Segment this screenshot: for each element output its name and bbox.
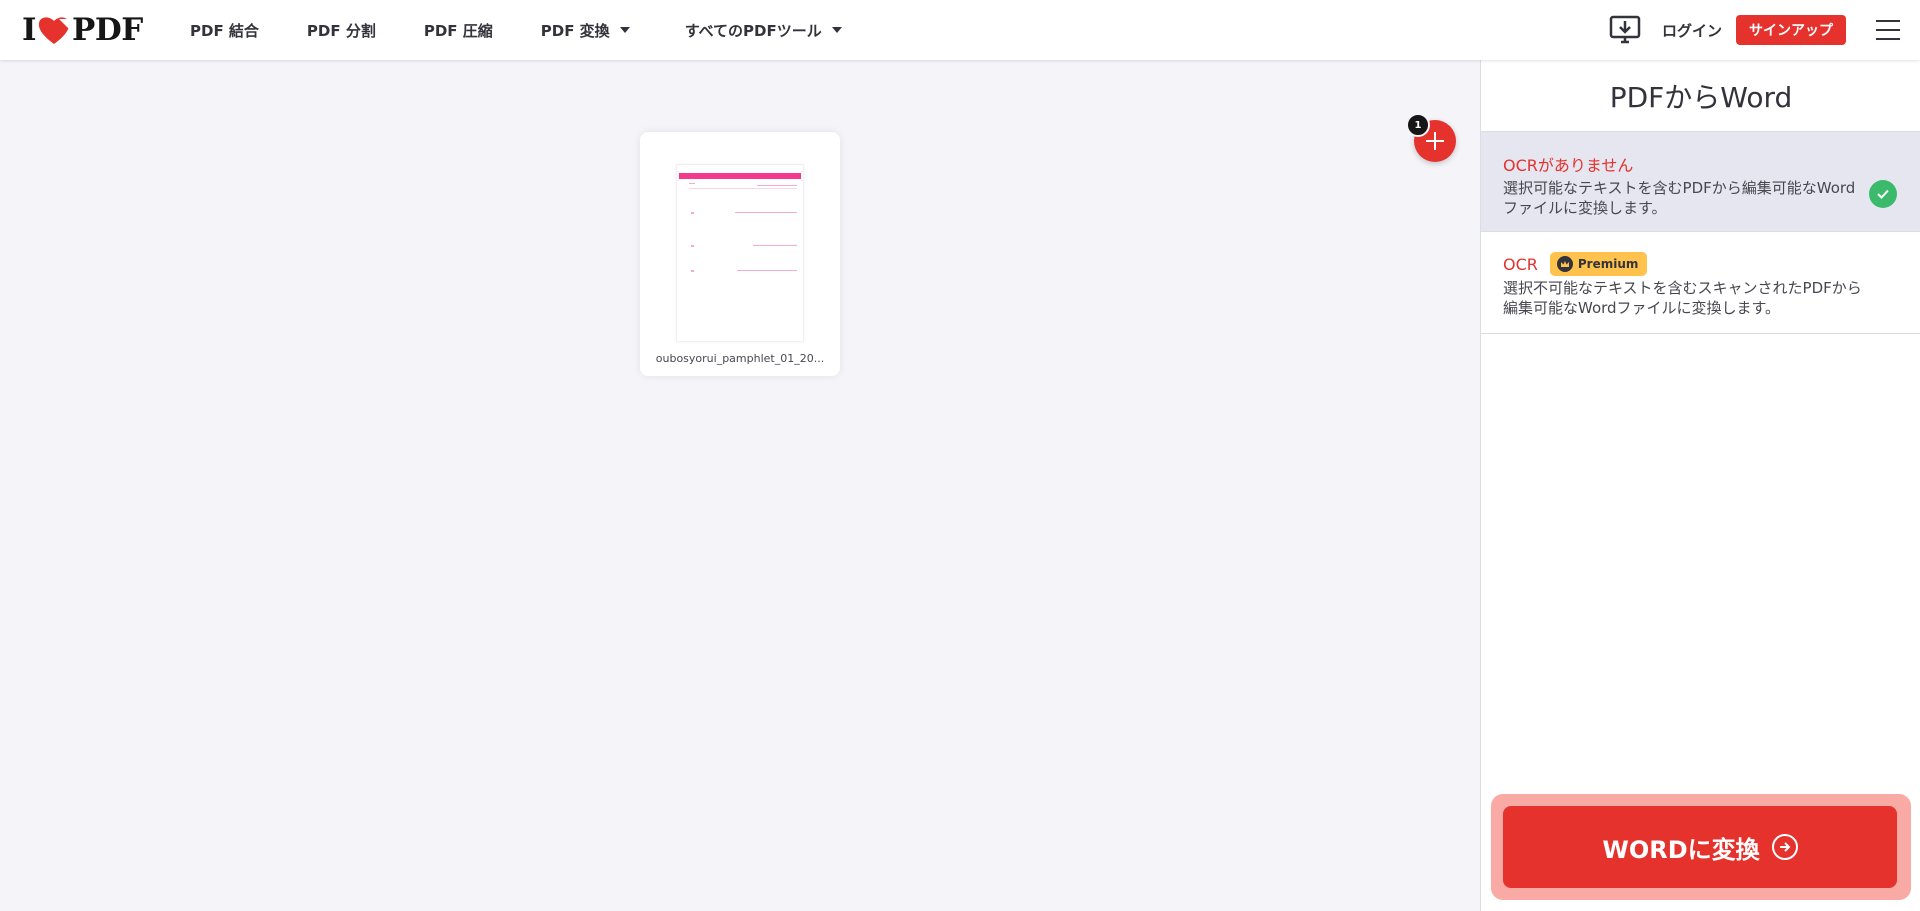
logo-letter: I <box>22 12 37 48</box>
caret-down-icon <box>619 27 630 33</box>
crown-icon <box>1556 256 1573 272</box>
options-sidebar: PDFからWord OCRがありません 選択可能なテキストを含むPDFから編集可… <box>1480 60 1920 911</box>
file-name: oubosyorui_pamphlet_01_20... <box>655 352 825 365</box>
arrow-right-circle-icon <box>1771 834 1798 860</box>
option-no-ocr[interactable]: OCRがありません 選択可能なテキストを含むPDFから編集可能なWordファイル… <box>1481 132 1920 232</box>
nav-label: PDF 変換 <box>540 21 610 40</box>
ilovepdf-logo[interactable]: I PDF <box>22 12 143 48</box>
nav-split-pdf[interactable]: PDF 分割 <box>307 20 376 41</box>
check-icon <box>1869 180 1897 208</box>
option-title-row: OCR Premium <box>1503 252 1899 276</box>
option-title: OCR <box>1503 254 1538 274</box>
nav-merge-pdf[interactable]: PDF 結合 <box>190 20 259 41</box>
convert-label: WORDに変換 <box>1602 835 1760 864</box>
hamburger-menu-icon[interactable] <box>1876 20 1900 40</box>
nav-label: PDF 結合 <box>190 21 259 40</box>
login-link[interactable]: ログイン <box>1662 20 1722 41</box>
file-card[interactable]: oubosyorui_pamphlet_01_20... <box>640 132 840 376</box>
convert-to-word-button[interactable]: WORDに変換 <box>1503 806 1897 888</box>
file-count-badge: 1 <box>1406 113 1430 137</box>
convert-button-focus-ring: WORDに変換 <box>1491 794 1911 900</box>
option-title: OCRがありません <box>1503 156 1634 175</box>
plus-icon-stroke <box>1434 132 1436 150</box>
sidebar-title: PDFからWord <box>1481 60 1920 132</box>
heart-icon <box>38 17 70 44</box>
nav-label: PDF 分割 <box>306 21 376 40</box>
nav-label: すべてのPDFツール <box>684 21 822 40</box>
option-description: 選択可能なテキストを含むPDFから編集可能なWordファイルに変換します。 <box>1503 179 1856 217</box>
pdf-thumbnail <box>676 164 804 342</box>
top-header: I PDF PDF 結合 PDF 分割 PDF 圧縮 PDF 変換 すべてのPD… <box>0 0 1920 60</box>
premium-badge: Premium <box>1549 252 1648 276</box>
nav-label: PDF 圧縮 <box>423 21 493 40</box>
option-ocr[interactable]: OCR Premium 選択不可能なテキストを含むスキャンされたPDFから編集可… <box>1481 232 1920 334</box>
premium-label: Premium <box>1577 257 1639 271</box>
nav-convert-pdf[interactable]: PDF 変換 <box>541 20 630 41</box>
option-description: 選択不可能なテキストを含むスキャンされたPDFから編集可能なWordファイルに変… <box>1503 279 1862 317</box>
nav-all-tools[interactable]: すべてのPDFツール <box>685 20 842 41</box>
logo-text: PDF <box>72 12 143 48</box>
file-workspace: oubosyorui_pamphlet_01_20... 1 <box>0 60 1480 911</box>
desktop-download-icon[interactable] <box>1608 13 1642 47</box>
main-nav: PDF 結合 PDF 分割 PDF 圧縮 PDF 変換 すべてのPDFツール <box>190 0 890 60</box>
caret-down-icon <box>831 27 842 33</box>
nav-compress-pdf[interactable]: PDF 圧縮 <box>424 20 493 41</box>
signup-button[interactable]: サインアップ <box>1736 15 1846 45</box>
header-actions: ログイン サインアップ <box>1608 0 1920 60</box>
